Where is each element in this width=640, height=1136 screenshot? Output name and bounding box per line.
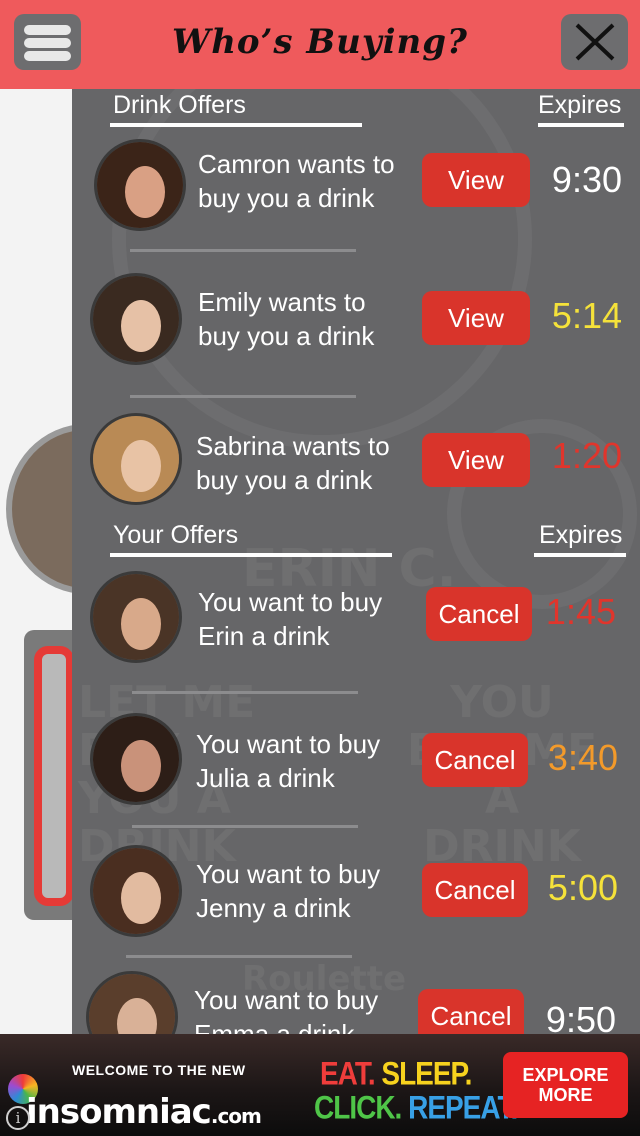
ad-slogan-line2: CLICK. REPEAT. — [314, 1089, 518, 1126]
your-offer-avatar-emma[interactable] — [86, 971, 178, 1034]
divider — [130, 395, 356, 398]
view-offer-button[interactable]: View — [422, 291, 530, 345]
drink-offers-heading: Drink Offers — [113, 91, 246, 119]
divider — [132, 691, 358, 694]
your-offer-avatar-jenny[interactable] — [90, 845, 182, 937]
background-let-me-buy-button — [34, 646, 74, 906]
offer-expiry-time: 5:14 — [551, 295, 622, 336]
offer-avatar-sabrina[interactable] — [90, 413, 182, 505]
your-offer-avatar-julia[interactable] — [90, 713, 182, 805]
explore-more-button[interactable]: EXPLORE MORE — [503, 1052, 628, 1118]
your-offers-underline — [110, 553, 392, 557]
offer-expiry-time: 9:30 — [551, 159, 622, 200]
divider — [132, 825, 358, 828]
view-offer-button[interactable]: View — [422, 433, 530, 487]
app-header: Who’s Buying? — [0, 0, 640, 89]
offers-drawer: ERIN C. LET ME BUY YOU A DRINK YOU BUY M… — [72, 89, 640, 1034]
ad-banner[interactable]: WELCOME TO THE NEW insomniac.com EAT. SL… — [0, 1034, 640, 1136]
close-button[interactable] — [561, 14, 628, 70]
expires-underline — [534, 553, 626, 557]
your-offer-avatar-erin[interactable] — [90, 571, 182, 663]
offer-avatar-emily[interactable] — [90, 273, 182, 365]
close-icon — [575, 23, 615, 61]
your-offers-heading: Your Offers — [113, 521, 239, 549]
page-title: Who’s Buying? — [172, 22, 468, 62]
your-offer-message: You want to buy Julia a drink — [196, 729, 381, 793]
drink-offers-expires-label: Expires — [538, 91, 622, 119]
expires-underline — [538, 123, 624, 127]
offer-avatar-camron[interactable] — [94, 139, 186, 231]
ad-info-icon[interactable]: i — [6, 1106, 30, 1130]
cancel-offer-button[interactable]: Cancel — [426, 587, 532, 641]
your-offer-message: You want to buy Emma a drink — [194, 985, 379, 1034]
your-offer-message: You want to buy Erin a drink — [198, 587, 383, 651]
offer-message: Emily wants to buy you a drink — [198, 287, 375, 351]
menu-button[interactable] — [14, 14, 81, 70]
ad-welcome-text: WELCOME TO THE NEW — [72, 1062, 246, 1078]
view-offer-button[interactable]: View — [422, 153, 530, 207]
ad-brand: insomniac.com — [26, 1092, 262, 1132]
divider — [130, 249, 356, 252]
offer-expiry-time: 1:45 — [545, 591, 616, 632]
cancel-offer-button[interactable]: Cancel — [422, 733, 528, 787]
your-offer-message: You want to buy Jenny a drink — [196, 859, 381, 923]
offer-message: Sabrina wants to buy you a drink — [196, 431, 390, 495]
cancel-offer-button[interactable]: Cancel — [418, 989, 524, 1034]
your-offers-expires-label: Expires — [539, 521, 623, 549]
cancel-offer-button[interactable]: Cancel — [422, 863, 528, 917]
offer-message: Camron wants to buy you a drink — [198, 149, 395, 213]
offer-expiry-time: 5:00 — [547, 867, 618, 908]
drink-offers-underline — [110, 123, 362, 127]
offer-expiry-time: 3:40 — [547, 737, 618, 778]
ad-slogan-line1: EAT. SLEEP. — [320, 1055, 472, 1092]
offer-expiry-time: 1:20 — [551, 435, 622, 476]
divider — [126, 955, 352, 958]
offer-expiry-time: 9:50 — [545, 999, 616, 1034]
